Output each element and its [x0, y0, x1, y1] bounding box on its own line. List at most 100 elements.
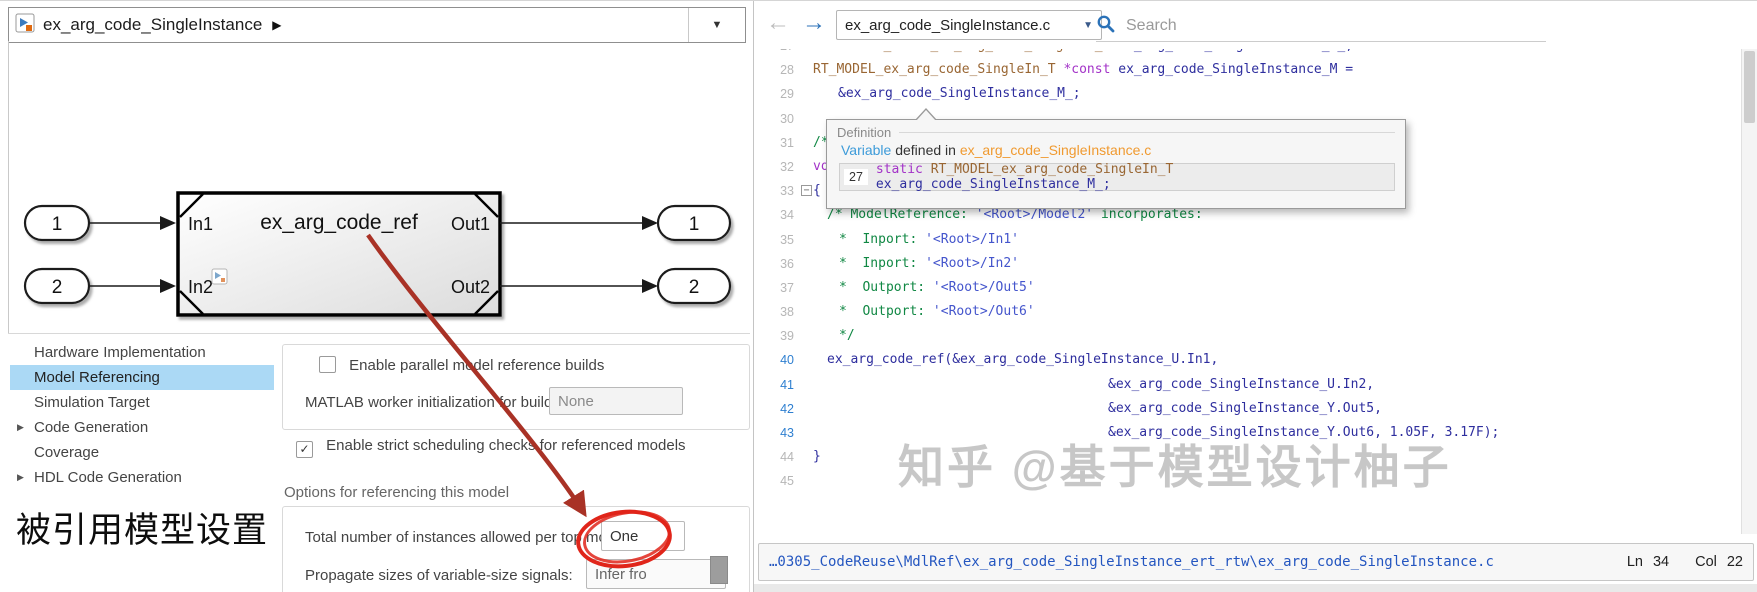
line-number[interactable]: 41 — [754, 373, 794, 397]
worker-init-value: None — [558, 392, 594, 410]
col-label: Col — [1695, 554, 1717, 570]
code-text: * Inport: '<Root>/In1' — [839, 231, 1020, 247]
line-number[interactable]: 27 — [754, 49, 794, 58]
line-label: Ln — [1626, 554, 1643, 570]
sidebar-item-label: Model Referencing — [34, 369, 160, 386]
sidebar-item-model-referencing[interactable]: Model Referencing — [10, 365, 274, 390]
strict-scheduling-checkbox[interactable]: ✓ — [296, 441, 313, 458]
tooltip-line-number: 27 — [844, 169, 868, 185]
tooltip-file-link[interactable]: ex_arg_code_SingleInstance.c — [960, 142, 1151, 158]
code-text: } — [813, 449, 821, 465]
file-dropdown[interactable]: ex_arg_code_SingleInstance.c ▼ — [836, 10, 1102, 40]
editor-scrollbar-thumb[interactable] — [1744, 51, 1755, 123]
line-number[interactable]: 34 — [754, 203, 794, 227]
tooltip-legend-rule — [899, 132, 1395, 133]
code-text: * Outport: '<Root>/Out5' — [839, 279, 1035, 295]
code-line-28: 28 RT_MODEL_ex_arg_code_SingleIn_T *const… — [754, 58, 1742, 82]
option-row-value: Infer fro — [595, 565, 647, 583]
sidebar-item-simulation-target[interactable]: Simulation Target — [10, 390, 274, 415]
line-number[interactable]: 43 — [754, 421, 794, 445]
code-line-37: 37 * Outport: '<Root>/Out5' — [754, 276, 1742, 300]
line-number[interactable]: 44 — [754, 445, 794, 469]
search-input[interactable] — [1124, 16, 1508, 36]
line-number[interactable]: 45 — [754, 469, 794, 493]
tooltip-defined-in: defined in — [891, 142, 960, 158]
sidebar-item-label: HDL Code Generation — [34, 469, 182, 486]
tooltip-code-row[interactable]: 27 static RT_MODEL_ex_arg_code_SingleIn_… — [839, 162, 1395, 192]
code-line-36: 36 * Inport: '<Root>/In2' — [754, 252, 1742, 276]
code-text: ex_arg_code_ref(&ex_arg_code_SingleInsta… — [827, 352, 1219, 368]
cursor-position: Ln 34 Col 22 — [1627, 554, 1743, 570]
line-number[interactable]: 42 — [754, 397, 794, 421]
block-port-in1-label: In1 — [188, 214, 213, 234]
wire-in1-arrow-icon — [160, 216, 176, 230]
code-line-42: 42 &ex_arg_code_SingleInstance_Y.Out5, — [754, 397, 1742, 421]
config-sidebar: Hardware Implementation Model Referencing… — [10, 340, 274, 490]
block-port-in2-label: In2 — [188, 277, 213, 297]
line-number[interactable]: 39 — [754, 324, 794, 348]
options-section-label: Options for referencing this model — [284, 484, 510, 501]
option-row-label: Propagate sizes of variable-size signals… — [305, 567, 573, 584]
wire-out1-arrow-icon — [642, 216, 658, 230]
parallel-build-row: Enable parallel model reference builds — [319, 356, 604, 374]
scrollbar-thumb[interactable] — [710, 556, 728, 584]
tooltip-legend: Definition — [837, 125, 892, 140]
search-field[interactable] — [1096, 11, 1546, 42]
line-number[interactable]: 32 — [754, 155, 794, 179]
code-text: &ex_arg_code_SingleInstance_Y.Out5, — [1108, 400, 1382, 416]
configuration-panel: Hardware Implementation Model Referencing… — [8, 333, 750, 592]
back-arrow-icon[interactable]: ← — [766, 9, 790, 37]
line-number[interactable]: 40 — [754, 348, 794, 372]
code-text: RT_MODEL_ex_arg_code_SingleIn_T *const e… — [813, 62, 1354, 78]
line-number[interactable]: 30 — [754, 107, 794, 131]
sidebar-item-hardware-implementation[interactable]: Hardware Implementation — [10, 340, 274, 365]
line-number[interactable]: 36 — [754, 252, 794, 276]
tooltip-summary-row: Variable defined in ex_arg_code_SingleIn… — [827, 140, 1405, 158]
expand-arrow-icon[interactable]: ▶ — [17, 465, 24, 490]
tooltip-notch-fill — [916, 110, 936, 121]
block-name-label: ex_arg_code_ref — [260, 211, 418, 234]
outport-2-label: 2 — [689, 277, 700, 298]
sidebar-item-code-generation[interactable]: ▶ Code Generation — [10, 415, 274, 440]
worker-init-label: MATLAB worker initialization for builds: — [305, 394, 564, 411]
sidebar-item-label: Coverage — [34, 444, 100, 461]
line-number[interactable]: 38 — [754, 300, 794, 324]
line-number[interactable]: 29 — [754, 82, 794, 106]
line-number[interactable]: 31 — [754, 131, 794, 155]
line-number[interactable]: 37 — [754, 276, 794, 300]
option-row-dropdown[interactable]: Infer fro — [586, 559, 726, 589]
code-line-38: 38 * Outport: '<Root>/Out6' — [754, 300, 1742, 324]
block-model-badge-icon — [211, 268, 228, 285]
worker-init-dropdown[interactable]: None — [549, 387, 683, 415]
status-bar: …0305_CodeReuse\MdlRef\ex_arg_code_Singl… — [758, 543, 1754, 581]
editor-scrollbar[interactable] — [1741, 49, 1757, 534]
simulink-model-panel: ex_arg_code_SingleInstance ▶ ▼ 1 2 ex_ar… — [0, 1, 750, 592]
code-line-40: 40 ex_arg_code_ref(&ex_arg_code_SingleIns… — [754, 348, 1742, 372]
sidebar-item-label: Code Generation — [34, 419, 149, 436]
file-path[interactable]: …0305_CodeReuse\MdlRef\ex_arg_code_Singl… — [769, 554, 1494, 570]
line-value: 34 — [1652, 554, 1670, 570]
tooltip-legend-row: Definition — [827, 120, 1405, 140]
line-number[interactable]: 33 — [754, 179, 794, 203]
code-line-27: 27 static RT_MODEL_ex_arg_code_SingleIn_T… — [754, 49, 1742, 58]
forward-arrow-icon[interactable]: → — [802, 9, 826, 37]
sidebar-item-hdl-code-generation[interactable]: ▶ HDL Code Generation — [10, 465, 274, 490]
watermark: 知乎 @基于模型设计柚子 — [898, 441, 1452, 493]
code-text: * Inport: '<Root>/In2' — [839, 255, 1020, 271]
code-line-39: 39 */ — [754, 324, 1742, 348]
file-dropdown-value: ex_arg_code_SingleInstance.c — [845, 16, 1051, 34]
code-text: { — [813, 183, 821, 199]
expand-arrow-icon[interactable]: ▶ — [17, 415, 24, 440]
sidebar-item-coverage[interactable]: Coverage — [10, 440, 274, 465]
line-number[interactable]: 35 — [754, 228, 794, 252]
search-icon — [1096, 14, 1116, 39]
chinese-annotation: 被引用模型设置 — [16, 511, 269, 550]
sidebar-item-label: Hardware Implementation — [34, 344, 206, 361]
fold-minus-icon[interactable]: − — [801, 185, 812, 197]
option-row-value: One — [610, 527, 639, 545]
option-row-dropdown[interactable]: One — [601, 521, 685, 551]
parallel-build-groupbox: Enable parallel model reference builds M… — [282, 344, 750, 430]
strict-scheduling-row: ✓ Enable strict scheduling checks for re… — [296, 437, 686, 458]
enable-parallel-builds-checkbox[interactable] — [319, 356, 336, 373]
line-number[interactable]: 28 — [754, 58, 794, 82]
